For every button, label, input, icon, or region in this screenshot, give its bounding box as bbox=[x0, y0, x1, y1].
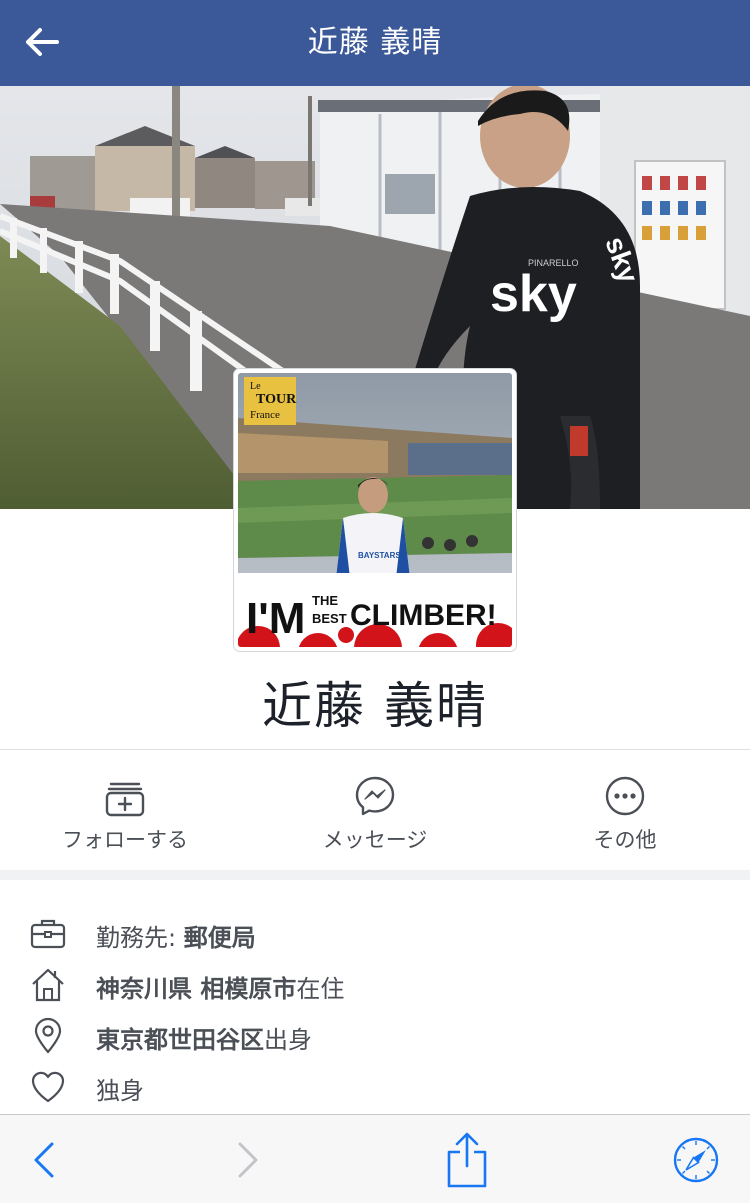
work-place-link[interactable]: 郵便局 bbox=[184, 924, 256, 952]
profile-picture[interactable]: Le TOUR France BAYSTARS I'M THE BEST CLI… bbox=[234, 369, 516, 651]
info-lives[interactable]: 神奈川県 相模原市在住 bbox=[0, 959, 750, 1009]
section-separator bbox=[0, 870, 750, 880]
intro-section: 勤務先: 郵便局 神奈川県 相模原市在住 東京都世田谷区出身 独身 bbox=[0, 880, 750, 1115]
follow-button[interactable]: フォローする bbox=[0, 750, 250, 870]
work-prefix: 勤務先: bbox=[96, 924, 184, 952]
browser-share-button[interactable] bbox=[437, 1115, 497, 1203]
profile-actions: フォローする メッセージ その他 bbox=[0, 750, 750, 870]
banner-im-text: I'M bbox=[246, 594, 305, 643]
info-work[interactable]: 勤務先: 郵便局 bbox=[0, 908, 750, 958]
banner-the-text: THE bbox=[312, 593, 338, 608]
page-title: 近藤 義晴 bbox=[307, 25, 443, 60]
heart-icon bbox=[31, 1071, 65, 1103]
share-icon bbox=[447, 1132, 487, 1187]
home-icon bbox=[32, 968, 64, 1002]
cover-jersey-pinarello-text: PINARELLO bbox=[528, 258, 579, 268]
banner-climber-text: CLIMBER! bbox=[350, 599, 497, 632]
app-header: 近藤 義晴 bbox=[0, 0, 750, 86]
browser-back-button[interactable] bbox=[14, 1115, 74, 1203]
message-button-label: メッセージ bbox=[322, 828, 428, 852]
browser-safari-button[interactable] bbox=[664, 1115, 728, 1203]
banner-best-text: BEST bbox=[312, 611, 347, 626]
messenger-icon bbox=[355, 776, 395, 816]
from-place-link[interactable]: 東京都世田谷区 bbox=[96, 1026, 264, 1054]
lives-place-link[interactable]: 神奈川県 相模原市 bbox=[96, 975, 296, 1003]
safari-compass-icon bbox=[673, 1137, 719, 1182]
relationship-status: 独身 bbox=[96, 1077, 144, 1105]
more-button-label: その他 bbox=[593, 828, 657, 852]
browser-forward-button[interactable] bbox=[218, 1115, 278, 1203]
tdf-logo-le-text: Le bbox=[250, 381, 261, 392]
browser-toolbar bbox=[0, 1114, 750, 1203]
from-suffix: 出身 bbox=[264, 1026, 312, 1054]
baystars-shirt-text: BAYSTARS bbox=[358, 551, 401, 560]
forward-arrow-icon bbox=[238, 1142, 258, 1177]
info-relationship: 独身 bbox=[0, 1061, 750, 1111]
more-button[interactable]: その他 bbox=[500, 750, 750, 870]
message-button[interactable]: メッセージ bbox=[250, 750, 500, 870]
back-arrow-icon bbox=[34, 1142, 54, 1177]
tdf-logo-france-text: France bbox=[250, 409, 280, 421]
cover-jersey-sky-text: sky bbox=[490, 265, 577, 323]
profile-name: 近藤 義晴 bbox=[262, 677, 488, 735]
tdf-logo-tour-text: TOUR bbox=[256, 392, 297, 407]
briefcase-icon bbox=[30, 919, 66, 949]
follow-button-label: フォローする bbox=[62, 828, 188, 852]
follow-icon bbox=[105, 782, 145, 817]
info-from[interactable]: 東京都世田谷区出身 bbox=[0, 1010, 750, 1060]
lives-suffix: 在住 bbox=[296, 975, 345, 1003]
location-pin-icon bbox=[34, 1017, 62, 1054]
more-icon bbox=[605, 776, 645, 816]
